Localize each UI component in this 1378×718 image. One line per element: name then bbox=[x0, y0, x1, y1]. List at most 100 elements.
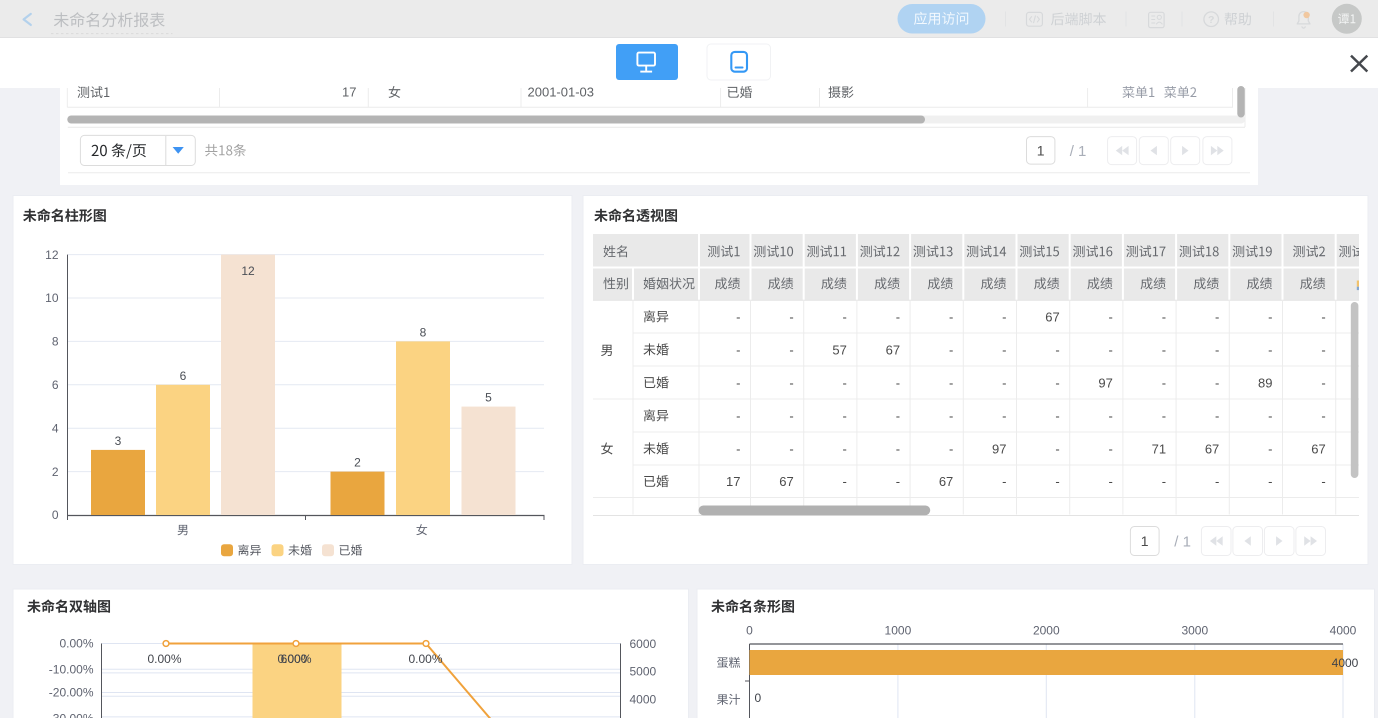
svg-text:-: - bbox=[789, 342, 793, 357]
svg-text:71: 71 bbox=[1152, 441, 1166, 456]
svg-text:-: - bbox=[1321, 408, 1325, 423]
svg-text:-10.00%: -10.00% bbox=[49, 662, 94, 676]
svg-text:8: 8 bbox=[52, 335, 59, 349]
svg-text:-: - bbox=[896, 408, 900, 423]
svg-text:-: - bbox=[789, 408, 793, 423]
svg-text:97: 97 bbox=[1098, 375, 1112, 390]
svg-text:-: - bbox=[1109, 441, 1113, 456]
svg-text:-: - bbox=[736, 441, 740, 456]
svg-text:0.00%: 0.00% bbox=[277, 652, 311, 666]
svg-text:0: 0 bbox=[755, 691, 762, 705]
svg-text:8: 8 bbox=[420, 325, 427, 339]
svg-text:67: 67 bbox=[779, 474, 793, 489]
svg-text:67: 67 bbox=[886, 342, 900, 357]
svg-text:-: - bbox=[1215, 375, 1219, 390]
svg-text:4000: 4000 bbox=[630, 692, 657, 706]
svg-text:/ 1: / 1 bbox=[1174, 534, 1191, 551]
svg-text:-: - bbox=[1215, 474, 1219, 489]
svg-text:6: 6 bbox=[180, 369, 187, 383]
svg-text:4000: 4000 bbox=[1330, 623, 1357, 637]
svg-text:?: ? bbox=[1208, 14, 1214, 26]
svg-text:-: - bbox=[1109, 408, 1113, 423]
svg-text:57: 57 bbox=[832, 342, 846, 357]
svg-text:5000: 5000 bbox=[630, 665, 657, 679]
svg-text:67: 67 bbox=[1045, 309, 1059, 324]
svg-text:12: 12 bbox=[241, 264, 255, 278]
svg-text:-: - bbox=[1055, 474, 1059, 489]
svg-text:-: - bbox=[1002, 474, 1006, 489]
svg-text:4: 4 bbox=[52, 421, 59, 435]
svg-text:-: - bbox=[1268, 474, 1272, 489]
svg-text:67: 67 bbox=[939, 474, 953, 489]
svg-text:/ 1: / 1 bbox=[1070, 143, 1087, 160]
svg-text:-: - bbox=[949, 342, 953, 357]
svg-text:0: 0 bbox=[746, 623, 753, 637]
svg-text:-: - bbox=[1321, 309, 1325, 324]
svg-text:-: - bbox=[1002, 342, 1006, 357]
svg-text:3: 3 bbox=[115, 434, 122, 448]
svg-text:2000: 2000 bbox=[1033, 623, 1060, 637]
svg-text:17: 17 bbox=[726, 474, 740, 489]
svg-text:-: - bbox=[949, 375, 953, 390]
svg-text:-: - bbox=[843, 441, 847, 456]
svg-text:-: - bbox=[1109, 474, 1113, 489]
svg-text:1: 1 bbox=[1037, 143, 1045, 159]
svg-text:67: 67 bbox=[1205, 441, 1219, 456]
svg-text:-: - bbox=[1109, 309, 1113, 324]
svg-text:-: - bbox=[1162, 375, 1166, 390]
svg-text:-: - bbox=[896, 309, 900, 324]
svg-text:-: - bbox=[1055, 441, 1059, 456]
svg-text:-: - bbox=[789, 375, 793, 390]
svg-text:-: - bbox=[1162, 474, 1166, 489]
svg-text:-: - bbox=[1268, 342, 1272, 357]
svg-text:0: 0 bbox=[52, 508, 59, 522]
svg-text:1: 1 bbox=[1141, 533, 1149, 549]
svg-text:-20.00%: -20.00% bbox=[49, 686, 94, 700]
svg-text:-30.00%: -30.00% bbox=[49, 712, 94, 718]
svg-text:17: 17 bbox=[342, 85, 356, 100]
svg-text:-: - bbox=[843, 474, 847, 489]
svg-text:-: - bbox=[789, 309, 793, 324]
svg-text:-: - bbox=[1215, 408, 1219, 423]
svg-text:3000: 3000 bbox=[1181, 623, 1208, 637]
svg-text:-: - bbox=[789, 441, 793, 456]
svg-text:-: - bbox=[843, 309, 847, 324]
svg-text:-: - bbox=[1002, 408, 1006, 423]
svg-text:-: - bbox=[949, 309, 953, 324]
svg-text:67: 67 bbox=[1311, 441, 1325, 456]
svg-text:-: - bbox=[896, 441, 900, 456]
svg-text:1000: 1000 bbox=[885, 623, 912, 637]
svg-text:2: 2 bbox=[52, 465, 59, 479]
svg-text:-: - bbox=[1162, 309, 1166, 324]
svg-text:-: - bbox=[1109, 342, 1113, 357]
svg-text:-: - bbox=[1215, 309, 1219, 324]
svg-text:-: - bbox=[1162, 342, 1166, 357]
svg-text:0.00%: 0.00% bbox=[147, 652, 181, 666]
svg-text:5: 5 bbox=[485, 391, 492, 405]
svg-text:2001-01-03: 2001-01-03 bbox=[528, 85, 595, 100]
svg-text:-: - bbox=[896, 474, 900, 489]
svg-text:-: - bbox=[1055, 375, 1059, 390]
svg-text:-: - bbox=[736, 342, 740, 357]
svg-text:-: - bbox=[1055, 342, 1059, 357]
svg-text:-: - bbox=[1268, 309, 1272, 324]
svg-text:-: - bbox=[1002, 309, 1006, 324]
svg-text:4000: 4000 bbox=[1332, 656, 1359, 670]
svg-text:-: - bbox=[843, 375, 847, 390]
svg-text:-: - bbox=[1321, 375, 1325, 390]
svg-text:6: 6 bbox=[52, 378, 59, 392]
svg-text:-: - bbox=[1055, 408, 1059, 423]
svg-text:-: - bbox=[736, 309, 740, 324]
svg-text:-: - bbox=[736, 375, 740, 390]
svg-text:0.00%: 0.00% bbox=[59, 637, 93, 651]
svg-text:-: - bbox=[843, 408, 847, 423]
svg-text:89: 89 bbox=[1258, 375, 1272, 390]
svg-text:12: 12 bbox=[45, 248, 59, 262]
svg-text:10: 10 bbox=[45, 291, 59, 305]
svg-text:6000: 6000 bbox=[630, 637, 657, 651]
svg-text:-: - bbox=[949, 441, 953, 456]
svg-text:-: - bbox=[736, 408, 740, 423]
svg-text:-: - bbox=[1215, 342, 1219, 357]
svg-text:-: - bbox=[949, 408, 953, 423]
svg-text:-: - bbox=[1321, 474, 1325, 489]
